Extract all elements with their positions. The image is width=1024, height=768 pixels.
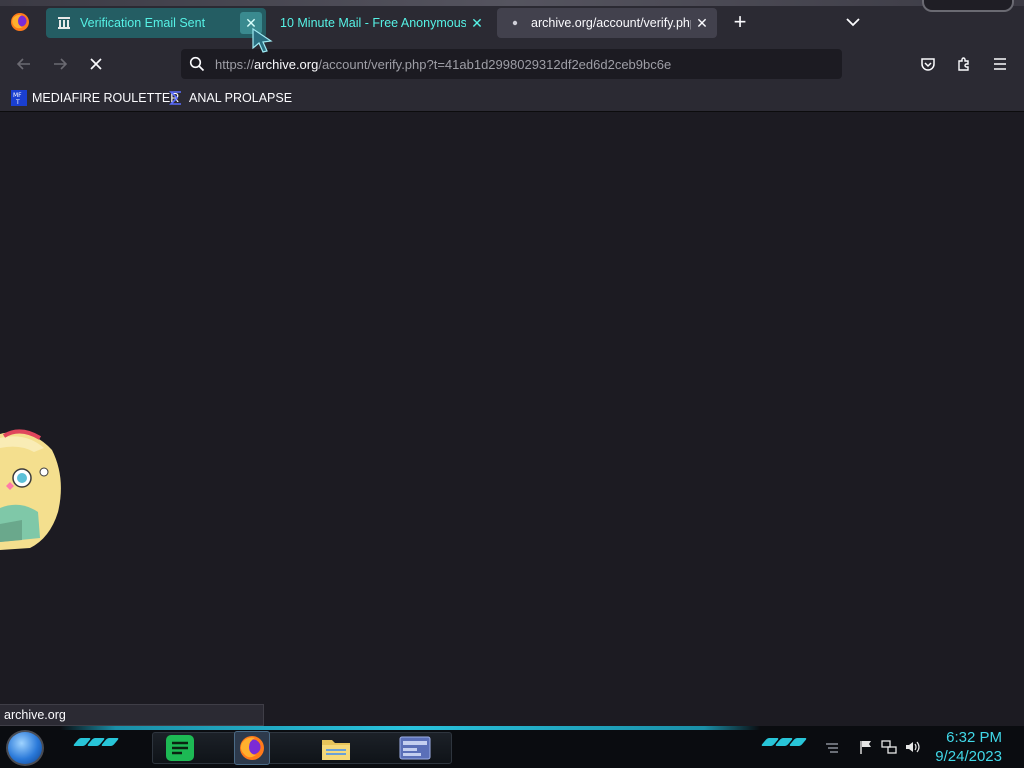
url-scheme: https:// bbox=[215, 56, 255, 72]
tab-archive-verify[interactable]: archive.org/account/verify.php?t=41ab1d2… bbox=[497, 8, 717, 38]
page-content bbox=[0, 113, 1024, 725]
taskbar-chevron-decoration-right bbox=[760, 738, 808, 746]
window-manager-icon[interactable] bbox=[396, 731, 434, 765]
svg-text:MF: MF bbox=[13, 92, 22, 99]
action-center-flag-icon[interactable] bbox=[858, 740, 874, 754]
sigma-icon bbox=[168, 90, 184, 106]
url-text[interactable]: https://archive.org/account/verify.php?t… bbox=[215, 57, 671, 72]
bookmark-label: MEDIAFIRE ROULETTER bbox=[32, 91, 180, 105]
loading-dot-icon bbox=[507, 15, 523, 31]
taskbar: 6:32 PM 9/24/2023 bbox=[0, 726, 1024, 768]
tab-verification-email-sent[interactable]: Verification Email Sent ✕ bbox=[46, 8, 266, 38]
url-host: archive.org bbox=[254, 56, 319, 72]
network-icon[interactable] bbox=[881, 740, 897, 754]
bookmark-mediafire-rouletter[interactable]: MF T MEDIAFIRE ROULETTER bbox=[11, 89, 179, 107]
url-bar[interactable]: https://archive.org/account/verify.php?t… bbox=[181, 49, 842, 79]
tab-10-minute-mail[interactable]: 10 Minute Mail - Free Anonymous Temporar… bbox=[270, 8, 492, 38]
link-status-tooltip: archive.org bbox=[0, 704, 264, 726]
forward-arrow-icon[interactable] bbox=[46, 50, 74, 78]
svg-text:T: T bbox=[15, 99, 20, 106]
archive-icon bbox=[56, 15, 72, 31]
clock-time: 6:32 PM bbox=[946, 729, 1002, 746]
notes-app-icon[interactable] bbox=[162, 731, 198, 765]
navigation-toolbar: https://archive.org/account/verify.php?t… bbox=[0, 44, 1024, 84]
mediafire-icon: MF T bbox=[11, 90, 27, 106]
bookmark-label: ANAL PROLAPSE bbox=[189, 91, 293, 105]
tab-close-icon[interactable]: ✕ bbox=[691, 12, 713, 34]
stop-loading-x-icon[interactable] bbox=[82, 50, 110, 78]
tab-title: Verification Email Sent bbox=[80, 16, 206, 30]
cartoon-mascot-image bbox=[0, 429, 61, 550]
taskbar-glow-strip bbox=[60, 726, 760, 730]
back-arrow-icon[interactable] bbox=[10, 50, 38, 78]
pocket-icon[interactable] bbox=[914, 50, 942, 78]
list-all-tabs-chevron-down-icon[interactable] bbox=[842, 12, 864, 32]
tab-close-icon[interactable]: ✕ bbox=[466, 12, 488, 34]
show-hidden-icons-icon[interactable] bbox=[824, 740, 840, 754]
titlebar-decoration bbox=[0, 0, 1024, 6]
extensions-puzzle-icon[interactable] bbox=[950, 50, 978, 78]
firefox-icon[interactable] bbox=[10, 12, 30, 32]
firefox-taskbar-icon[interactable] bbox=[234, 731, 270, 765]
bookmarks-toolbar: MF T MEDIAFIRE ROULETTER ANAL PROLAPSE bbox=[0, 84, 1024, 112]
file-explorer-folder-icon[interactable] bbox=[318, 731, 354, 765]
mouse-cursor-icon bbox=[252, 27, 273, 53]
clock-date: 9/24/2023 bbox=[935, 748, 1002, 765]
tab-strip: Verification Email Sent ✕ 10 Minute Mail… bbox=[0, 0, 1024, 44]
screen: Verification Email Sent ✕ 10 Minute Mail… bbox=[0, 0, 1024, 768]
tab-title: archive.org/account/verify.php?t=41ab1d2… bbox=[531, 16, 691, 30]
search-icon bbox=[189, 56, 205, 72]
start-orb-button[interactable] bbox=[6, 730, 44, 766]
hamburger-menu-icon[interactable] bbox=[986, 50, 1014, 78]
url-path: /account/verify.php?t=41ab1d2998029312df… bbox=[318, 56, 672, 72]
taskbar-chevron-decoration bbox=[72, 738, 120, 746]
system-clock[interactable]: 6:32 PM 9/24/2023 bbox=[924, 728, 1002, 766]
new-tab-plus-icon[interactable]: + bbox=[728, 11, 752, 35]
bookmark-anal-prolapse[interactable]: ANAL PROLAPSE bbox=[168, 89, 292, 107]
tab-title: 10 Minute Mail - Free Anonymous Temporar… bbox=[280, 16, 466, 30]
window-corner-decoration bbox=[922, 0, 1014, 12]
volume-speaker-icon[interactable] bbox=[905, 740, 921, 754]
